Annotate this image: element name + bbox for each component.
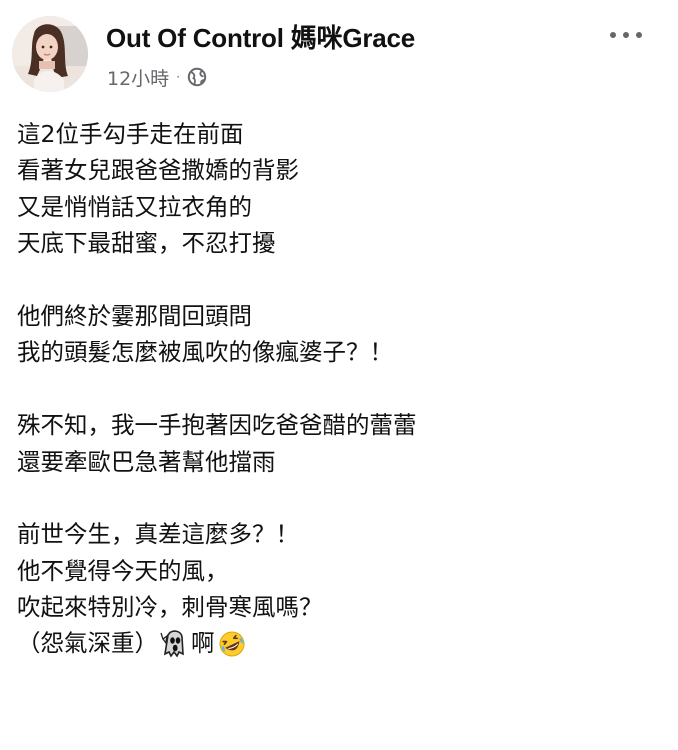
paragraph-break — [17, 262, 662, 298]
timestamp[interactable]: 12小時 — [107, 64, 169, 91]
post-text-last-line: （怨氣深重） 啊 — [17, 625, 662, 661]
paragraph-break — [17, 371, 662, 407]
post-text-line: 他不覺得今天的風， — [17, 556, 229, 585]
post-text-segment: 啊 — [191, 629, 215, 658]
post-text-line: 又是悄悄話又拉衣角的 — [17, 192, 252, 221]
more-dot-icon — [636, 32, 642, 38]
post-text-line: 他們終於霎那間回頭問 — [17, 301, 252, 330]
meta-separator: · — [176, 70, 181, 84]
more-options-icon[interactable] — [610, 28, 642, 42]
paragraph-break — [17, 480, 662, 516]
post-text-line: 看著女兒跟爸爸撒嬌的背影 — [17, 156, 299, 185]
screaming-ghost-emoji — [159, 629, 189, 659]
post-text-line: 我的頭髮怎麼被風吹的像瘋婆子？！ — [17, 338, 393, 367]
post-text-line: 前世今生，真差這麼多？！ — [17, 520, 299, 549]
post-text-line: 這2位手勾手走在前面 — [17, 120, 244, 148]
post-text-line: 還要牽歐巴急著幫他擋雨 — [17, 447, 276, 476]
avatar[interactable] — [12, 16, 88, 92]
more-dot-icon — [623, 32, 629, 38]
post-text-line: 吹起來特別冷，刺骨寒風嗎？ — [17, 593, 323, 622]
rolling-on-floor-laughing-emoji — [218, 630, 246, 658]
post-text-line: 殊不知，我一手抱著因吃爸爸醋的蕾蕾 — [17, 411, 417, 440]
post-meta: 12小時 · — [107, 64, 207, 90]
post-text-line: 天底下最甜蜜，不忍打擾 — [17, 229, 276, 258]
more-dot-icon — [610, 32, 616, 38]
profile-photo — [12, 16, 88, 92]
post-text: 這2位手勾手走在前面 看著女兒跟爸爸撒嬌的背影 又是悄悄話又拉衣角的 天底下最甜… — [17, 116, 662, 662]
author-name[interactable]: Out Of Control 媽咪Grace — [106, 18, 415, 55]
public-globe-icon[interactable] — [187, 67, 207, 87]
facebook-post: Out Of Control 媽咪Grace 12小時 · 這2位手勾手走在前面… — [0, 0, 678, 750]
post-text-segment: （怨氣深重） — [17, 629, 158, 658]
post-header: Out Of Control 媽咪Grace 12小時 · — [10, 12, 668, 92]
